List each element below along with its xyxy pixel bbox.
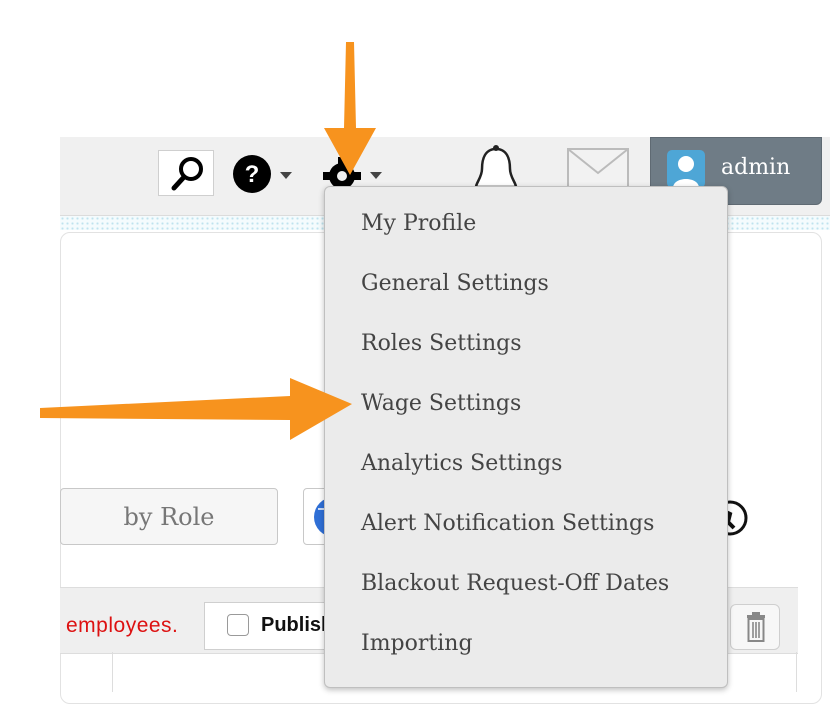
menu-item-my-profile[interactable]: My Profile [361, 204, 476, 244]
menu-item-alert-notification-settings[interactable]: Alert Notification Settings [361, 504, 654, 544]
menu-item-roles-settings[interactable]: Roles Settings [361, 324, 522, 364]
help-menu-button[interactable]: ? [232, 154, 298, 194]
publish-control[interactable]: Publish [204, 602, 334, 650]
menu-item-general-settings[interactable]: General Settings [361, 264, 549, 304]
publish-checkbox[interactable] [227, 614, 249, 636]
filter-by-role-button[interactable]: by Role [60, 488, 278, 545]
svg-text:?: ? [245, 161, 260, 188]
help-icon: ? [233, 155, 292, 193]
delete-button[interactable] [730, 604, 780, 650]
menu-item-importing[interactable]: Importing [361, 624, 473, 664]
employees-warning-text: employees. [66, 614, 179, 637]
publish-label: Publish [261, 614, 334, 636]
user-avatar-icon [667, 150, 705, 188]
column-divider [796, 652, 797, 692]
trash-icon [747, 612, 765, 642]
settings-dropdown-menu: My Profile General Settings Roles Settin… [324, 186, 728, 688]
menu-item-analytics-settings[interactable]: Analytics Settings [361, 444, 562, 484]
menu-item-blackout-request-off-dates[interactable]: Blackout Request-Off Dates [361, 564, 669, 604]
search-icon [171, 157, 203, 191]
column-divider [112, 652, 113, 692]
user-name: admin [721, 155, 791, 180]
menu-item-wage-settings[interactable]: Wage Settings [361, 384, 521, 424]
search-button[interactable] [158, 150, 214, 196]
